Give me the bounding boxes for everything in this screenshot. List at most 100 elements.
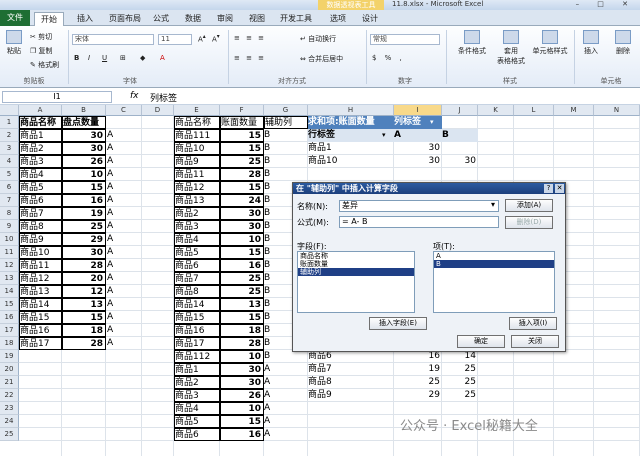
table-cell[interactable]: 25 xyxy=(220,272,264,285)
table-cell[interactable]: 商品5 xyxy=(19,181,62,194)
row-header[interactable]: 6 xyxy=(0,181,19,194)
header-cell[interactable]: 盘点数量 xyxy=(62,116,106,129)
shrink-font-icon[interactable]: A▾ xyxy=(212,34,220,43)
pivot-cell[interactable]: 25 xyxy=(442,389,478,402)
table-cell[interactable]: B xyxy=(264,272,284,285)
column-header[interactable]: H xyxy=(308,105,394,116)
pivot-col-b[interactable]: B xyxy=(442,129,478,142)
table-cell[interactable]: 商品2 xyxy=(19,142,62,155)
header-cell[interactable]: 商品名称 xyxy=(174,116,220,129)
table-cell[interactable]: 16 xyxy=(62,194,106,207)
column-header[interactable]: A xyxy=(19,105,62,116)
table-cell[interactable]: B xyxy=(264,129,284,142)
row-header[interactable]: 22 xyxy=(0,389,19,402)
table-cell[interactable]: 29 xyxy=(62,233,106,246)
tab-home[interactable]: 开始 xyxy=(34,12,64,26)
pivot-row[interactable]: 商品9 xyxy=(308,389,394,402)
chevron-down-icon[interactable]: ▾ xyxy=(491,200,495,209)
column-header[interactable]: C xyxy=(106,105,142,116)
table-cell[interactable]: 28 xyxy=(62,337,106,350)
table-cell[interactable]: 28 xyxy=(220,168,264,181)
table-cell[interactable]: 商品9 xyxy=(174,155,220,168)
pivot-row[interactable]: 商品8 xyxy=(308,376,394,389)
insert-field-button[interactable]: 插入字段(E) xyxy=(369,317,427,330)
table-cell[interactable]: 30 xyxy=(220,363,264,376)
table-cell[interactable]: 10 xyxy=(62,168,106,181)
row-header[interactable]: 11 xyxy=(0,246,19,259)
table-cell[interactable]: 26 xyxy=(220,389,264,402)
table-cell[interactable]: B xyxy=(264,220,284,233)
tab-page-layout[interactable]: 页面布局 xyxy=(104,12,146,26)
tab-view[interactable]: 视图 xyxy=(244,12,270,26)
table-cell[interactable]: A xyxy=(107,259,127,272)
table-cell[interactable]: 商品8 xyxy=(174,285,220,298)
table-cell[interactable]: A xyxy=(107,311,127,324)
formula-field[interactable]: = A- B xyxy=(339,216,499,228)
table-cell[interactable]: 商品10 xyxy=(19,246,62,259)
insert-item-button[interactable]: 插入项(I) xyxy=(509,317,557,330)
row-header[interactable]: 1 xyxy=(0,116,19,129)
filter-dropdown-icon[interactable]: ▾ xyxy=(382,129,392,142)
list-item[interactable]: 商品名称 xyxy=(298,252,414,260)
table-cell[interactable]: 商品2 xyxy=(174,376,220,389)
header-cell[interactable]: 账面数量 xyxy=(220,116,264,129)
table-cell[interactable]: 商品16 xyxy=(19,324,62,337)
table-cell[interactable]: 18 xyxy=(62,324,106,337)
list-item[interactable]: 辅助列 xyxy=(298,268,414,276)
table-cell[interactable]: A xyxy=(107,207,127,220)
table-cell[interactable]: 15 xyxy=(220,142,264,155)
name-box[interactable]: I1 xyxy=(2,91,112,103)
table-cell[interactable]: B xyxy=(264,246,284,259)
table-cell[interactable]: 28 xyxy=(62,259,106,272)
table-cell[interactable]: 商品3 xyxy=(174,389,220,402)
table-cell[interactable]: 商品16 xyxy=(174,324,220,337)
table-cell[interactable]: A xyxy=(264,363,284,376)
fields-list[interactable]: 商品名称 账面数量 辅助列 xyxy=(297,251,415,313)
table-cell[interactable]: A xyxy=(107,246,127,259)
table-cell[interactable]: 12 xyxy=(62,285,106,298)
pivot-row[interactable]: 商品7 xyxy=(308,363,394,376)
row-header[interactable]: 16 xyxy=(0,311,19,324)
row-header[interactable]: 17 xyxy=(0,324,19,337)
delete-button[interactable]: 删除(D) xyxy=(505,216,553,229)
table-cell[interactable]: 商品112 xyxy=(174,350,220,363)
formula-input[interactable]: 列标签 xyxy=(150,91,177,104)
row-header[interactable]: 2 xyxy=(0,129,19,142)
table-cell[interactable]: B xyxy=(264,259,284,272)
table-cell[interactable]: A xyxy=(107,337,127,350)
table-cell[interactable]: B xyxy=(264,181,284,194)
tab-design[interactable]: 设计 xyxy=(356,12,384,26)
table-cell[interactable]: B xyxy=(264,155,284,168)
table-cell[interactable]: 商品111 xyxy=(174,129,220,142)
table-cell[interactable]: 商品6 xyxy=(174,428,220,441)
fill-color-icon[interactable]: ◆ xyxy=(140,54,145,62)
table-cell[interactable]: 15 xyxy=(220,415,264,428)
table-cell[interactable]: 商品5 xyxy=(174,415,220,428)
table-cell[interactable]: A xyxy=(107,168,127,181)
row-header[interactable]: 23 xyxy=(0,402,19,415)
table-cell[interactable]: B xyxy=(264,298,284,311)
table-cell[interactable]: 10 xyxy=(220,233,264,246)
copy-button[interactable]: ❐ 复制 xyxy=(30,46,53,56)
table-cell[interactable]: 30 xyxy=(62,246,106,259)
add-button[interactable]: 添加(A) xyxy=(505,199,553,212)
column-header[interactable]: I xyxy=(394,105,442,116)
table-cell[interactable]: 商品5 xyxy=(174,246,220,259)
table-cell[interactable]: 商品13 xyxy=(19,285,62,298)
table-cell[interactable]: 商品6 xyxy=(19,194,62,207)
table-cell[interactable]: 商品3 xyxy=(174,220,220,233)
table-cell[interactable]: 15 xyxy=(220,246,264,259)
table-cell[interactable]: B xyxy=(264,285,284,298)
table-cell[interactable]: 30 xyxy=(62,129,106,142)
table-cell[interactable]: 商品4 xyxy=(174,233,220,246)
table-cell[interactable]: B xyxy=(264,324,284,337)
table-cell[interactable]: 商品12 xyxy=(174,181,220,194)
pivot-cell[interactable]: 25 xyxy=(442,376,478,389)
table-cell[interactable]: A xyxy=(107,142,127,155)
delete-cells-button[interactable]: 删除 xyxy=(608,30,638,56)
table-cell[interactable]: A xyxy=(264,428,284,441)
table-cell[interactable]: 30 xyxy=(220,220,264,233)
tab-formulas[interactable]: 公式 xyxy=(148,12,174,26)
table-cell[interactable]: B xyxy=(264,168,284,181)
pivot-cell[interactable]: 25 xyxy=(394,376,442,389)
